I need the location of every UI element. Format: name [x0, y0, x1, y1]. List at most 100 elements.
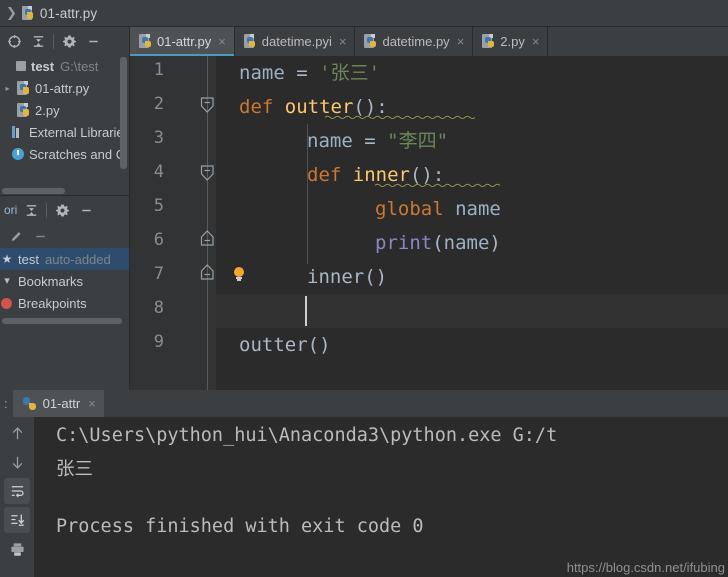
project-tree-hscrollbar[interactable] [2, 188, 65, 194]
tab-label: datetime.pyi [261, 34, 332, 49]
breadcrumb: ❯ 01-attr.py [0, 0, 728, 27]
tree-row[interactable]: External Librarie [0, 121, 130, 143]
gear-icon[interactable] [50, 199, 74, 221]
gear-icon[interactable] [57, 30, 81, 52]
close-icon[interactable]: × [218, 35, 226, 48]
editor-tab-01-attr-py[interactable]: 01-attr.py × [130, 27, 235, 56]
editor-tab-datetime-py[interactable]: datetime.py × [355, 27, 474, 56]
line-number: 1 [153, 60, 164, 80]
tree-row[interactable]: 2.py [0, 99, 130, 121]
module-icon [13, 59, 27, 73]
code-line[interactable]: outter() [216, 328, 728, 362]
tree-item-label: Bookmarks [18, 273, 84, 289]
tree-item-label: Breakpoints [18, 295, 87, 311]
fold-marker-end[interactable] [200, 230, 215, 246]
soft-wrap-icon[interactable] [4, 478, 30, 504]
library-icon [11, 125, 25, 139]
console-line-finish: Process finished with exit code 0 [56, 516, 424, 537]
python-icon [23, 397, 37, 411]
favorites-row-breakpoints[interactable]: Breakpoints [0, 292, 130, 314]
up-arrow-icon[interactable] [4, 420, 30, 446]
code-token: inner() [307, 266, 388, 288]
python-file-icon [17, 102, 30, 118]
collapse-all-icon[interactable] [26, 30, 50, 52]
bookmark-icon: ▾ [4, 275, 10, 287]
code-line-current[interactable] [216, 294, 728, 328]
close-icon[interactable]: × [88, 396, 96, 411]
code-line[interactable]: global name [216, 192, 728, 226]
tree-item-label: test [31, 58, 55, 74]
tabbar-empty-space [548, 27, 728, 56]
editor-tab-datetime-pyi[interactable]: datetime.pyi × [234, 27, 356, 56]
tab-label: 2.py [500, 34, 525, 49]
close-icon[interactable]: × [339, 35, 347, 48]
breakpoint-icon [0, 296, 14, 310]
close-icon[interactable]: × [457, 35, 465, 48]
code-token: = [296, 62, 308, 84]
code-line[interactable]: inner() [216, 260, 728, 294]
code-line[interactable]: name = '张三' [216, 56, 728, 90]
print-icon[interactable] [4, 536, 30, 562]
code-token: '张三' [319, 62, 381, 84]
python-file-icon [482, 34, 495, 49]
minimize-icon[interactable] [81, 30, 105, 52]
favorites-tree[interactable]: ★ test auto-added ▾ Bookmarks Breakpoint… [0, 248, 130, 326]
code-line[interactable]: name = "李四" [216, 124, 728, 158]
line-number: 3 [153, 128, 164, 148]
code-editor[interactable]: 1 2 3 4 5 6 7 8 9 name = '张三' def outter… [130, 56, 728, 390]
code-token: "李四" [387, 130, 449, 152]
python-file-icon [139, 34, 152, 49]
locate-target-icon[interactable] [2, 30, 26, 52]
console-output[interactable]: C:\Users\python_hui\Anaconda3\python.exe… [34, 417, 728, 577]
fold-marker-expanded[interactable] [200, 165, 215, 181]
editor-tab-2-py[interactable]: 2.py × [473, 27, 549, 56]
expand-arrow-icon[interactable]: ▸ [2, 84, 13, 93]
favorites-row-test[interactable]: ★ test auto-added [0, 248, 130, 270]
code-line[interactable]: print(name) [216, 226, 728, 260]
code-token: print [375, 232, 433, 254]
line-number: 9 [153, 332, 164, 352]
run-tool-window: : 01-attr × C:\Users\python_hui\Anaconda… [0, 390, 728, 577]
close-icon[interactable]: × [532, 35, 540, 48]
run-tab-01-attr[interactable]: 01-attr × [12, 390, 104, 417]
breadcrumb-file-label[interactable]: 01-attr.py [40, 6, 97, 21]
line-number: 6 [153, 230, 164, 250]
project-tree[interactable]: test G:\test ▸ 01-attr.py 2.py External … [0, 55, 130, 195]
edit-pencil-icon[interactable] [4, 225, 28, 247]
tree-row[interactable]: ▸ 01-attr.py [0, 77, 130, 99]
fold-marker-expanded[interactable] [200, 97, 215, 113]
tab-label: 01-attr.py [157, 34, 212, 49]
code-token: name [239, 62, 285, 84]
console-line-output: 张三 [56, 459, 94, 480]
text-caret [305, 296, 307, 326]
inspection-squiggle [325, 115, 475, 119]
code-token: ) [489, 232, 501, 254]
toolbar-separator [53, 33, 54, 49]
scroll-to-end-icon[interactable] [4, 507, 30, 533]
tree-item-path: G:\test [60, 58, 99, 74]
collapse-all-icon[interactable] [19, 199, 43, 221]
favorites-row-bookmarks[interactable]: ▾ Bookmarks [0, 270, 130, 292]
tree-item-label: External Librarie [29, 124, 124, 140]
code-token: name [443, 232, 490, 254]
minimize-icon[interactable] [74, 199, 98, 221]
fold-marker-end[interactable] [200, 264, 215, 280]
tree-row[interactable]: test G:\test [0, 55, 130, 77]
inspection-squiggle [375, 183, 501, 187]
favorites-panel-title: ori [4, 203, 18, 217]
run-panel-prefix: : [4, 396, 8, 411]
tree-item-label: test [18, 251, 39, 267]
down-arrow-icon[interactable] [4, 449, 30, 475]
project-tree-scrollbar[interactable] [120, 57, 127, 169]
remove-icon[interactable] [28, 225, 52, 247]
favorites-hscrollbar[interactable] [2, 318, 122, 324]
code-lines[interactable]: name = '张三' def outter(): name = "李四" de… [216, 56, 728, 390]
tree-row[interactable]: Scratches and C [0, 143, 130, 165]
